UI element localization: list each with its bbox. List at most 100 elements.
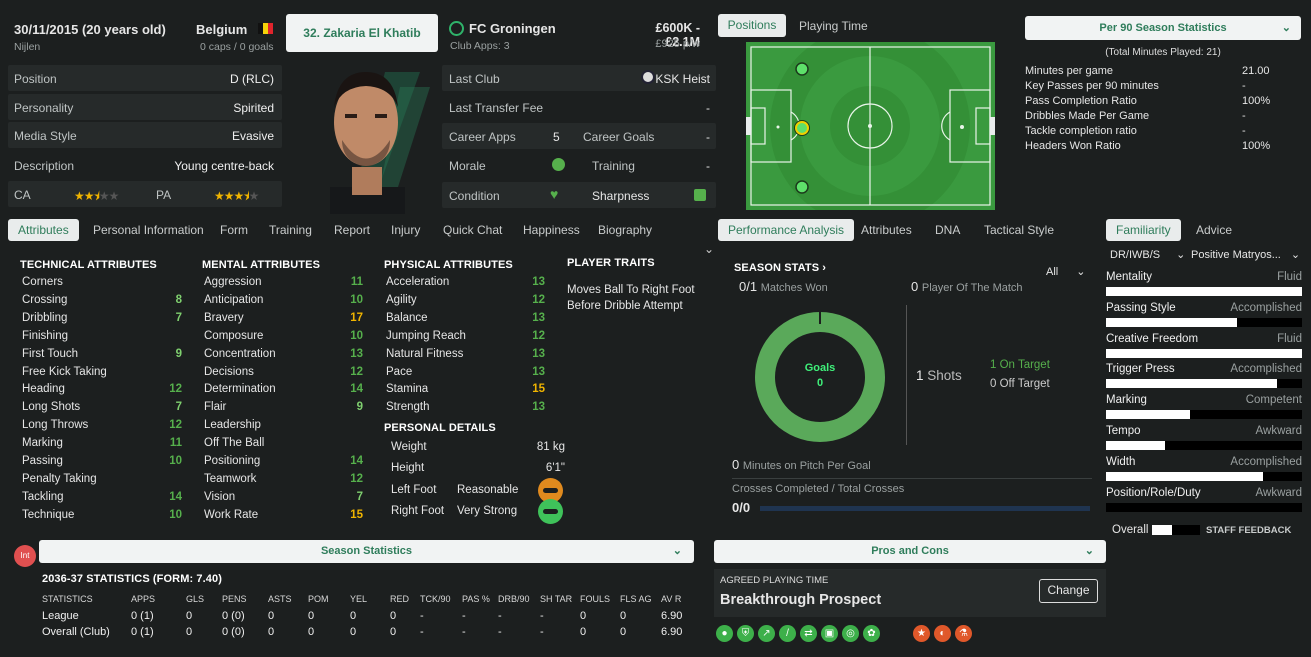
stats-header: FLS AG (620, 594, 652, 604)
trait-plant-icon[interactable]: ✿ (863, 625, 880, 642)
stats-filter-dropdown[interactable]: All ⌄ (1046, 265, 1085, 278)
tab-personal-information[interactable]: Personal Information (83, 219, 214, 241)
training-label: Training (592, 159, 635, 173)
mental-title: MENTAL ATTRIBUTES (202, 259, 321, 271)
right-foot-value: Very Strong (457, 505, 518, 517)
tab-familiarity[interactable]: Familiarity (1106, 219, 1181, 241)
stats-cell: 0 (0) (222, 626, 245, 638)
stats-header: TCK/90 (420, 594, 451, 604)
role-dropdown[interactable]: DR/IWB/S ⌄ (1110, 248, 1185, 261)
crosses-bar (760, 506, 1090, 511)
morale-icon[interactable] (552, 158, 565, 171)
info-value: Young centre-back (174, 159, 274, 173)
con-star-icon[interactable]: ★ (913, 625, 930, 642)
tab-attributes[interactable]: Attributes (851, 219, 922, 241)
mentality-dropdown[interactable]: Positive Matryos... ⌄ (1191, 248, 1300, 261)
attribute-value: 13 (532, 276, 545, 288)
sharpness-label: Sharpness (592, 189, 650, 203)
season-statistics-label: Season Statistics (320, 545, 413, 557)
season-statistics-dropdown[interactable]: Season Statistics ⌄ (39, 540, 694, 563)
info-label: Description (14, 159, 75, 173)
attribute-name: Corners (22, 276, 63, 288)
attribute-name: Composure (204, 329, 264, 342)
con-whistle-icon[interactable]: ◐ (934, 625, 951, 642)
chevron-down-icon[interactable]: ⌄ (704, 242, 714, 256)
club-name[interactable]: FC Groningen (469, 21, 556, 36)
trait-boot-icon[interactable]: / (779, 625, 796, 642)
attribute-value: 10 (169, 508, 182, 521)
familiarity-bar (1106, 471, 1302, 481)
pros-cons-dropdown[interactable]: Pros and Cons ⌄ (714, 540, 1106, 563)
birthplace: Nijlen (14, 41, 41, 53)
personal-title: PERSONAL DETAILS (384, 422, 496, 434)
agreed-value: Breakthrough Prospect (720, 592, 882, 608)
tab-positions[interactable]: Positions (718, 14, 786, 37)
season-stats-title[interactable]: SEASON STATS › (734, 262, 826, 274)
attribute-value: 12 (350, 365, 363, 378)
mentality-value: Positive Matryos... (1191, 249, 1281, 261)
stats-header: YEL (350, 594, 368, 604)
club-badge-icon (449, 21, 464, 36)
tab-attributes[interactable]: Attributes (8, 219, 79, 241)
per90-value: - (1242, 80, 1246, 92)
off-target-label: Off Target (999, 378, 1050, 390)
ability-row: CA ★★⯨★★ PA ★★★⯨★ (8, 181, 282, 207)
tab-advice[interactable]: Advice (1186, 219, 1242, 241)
right-foot-icon (538, 499, 563, 524)
tab-form[interactable]: Form (210, 219, 258, 241)
trait-team-icon[interactable]: ▣ (821, 625, 838, 642)
nation[interactable]: Belgium (196, 22, 247, 37)
trait-chart-icon[interactable]: ↗ (758, 625, 775, 642)
belgium-flag-icon (258, 23, 273, 34)
weight-value: 81 kg (536, 441, 565, 453)
stats-header: GLS (186, 594, 205, 604)
tab-dna[interactable]: DNA (925, 219, 970, 241)
mins-per-goal-label: Minutes on Pitch Per Goal (742, 460, 871, 472)
stats-cell: - (540, 626, 544, 638)
tab-tactical-style[interactable]: Tactical Style (974, 219, 1064, 241)
con-flask-icon[interactable]: ⚗ (955, 625, 972, 642)
stats-header: ASTS (268, 594, 292, 604)
tab-happiness[interactable]: Happiness (513, 219, 590, 241)
attribute-value: 13 (532, 347, 545, 360)
per90-label: Headers Won Ratio (1025, 140, 1121, 152)
trait-head-icon[interactable]: ● (716, 625, 733, 642)
pros-cons-label: Pros and Cons (871, 545, 949, 557)
last-club-value[interactable]: KSK Heist (655, 72, 710, 86)
change-button[interactable]: Change (1039, 579, 1098, 603)
tab-biography[interactable]: Biography (588, 219, 662, 241)
familiarity-label: Marking (1106, 394, 1147, 407)
goals-label: Goals (804, 362, 836, 374)
attribute-name: Tackling (22, 490, 64, 503)
stats-cell: 0 (580, 626, 587, 638)
stats-cell: 0 (0) (222, 610, 245, 622)
on-target: 1 On Target (990, 359, 1050, 371)
chevron-down-icon: ⌄ (672, 545, 682, 557)
stats-header: PAS % (462, 594, 490, 604)
player-name-button[interactable]: 32. Zakaria El Khatib (286, 14, 438, 52)
stats-cell: - (420, 626, 424, 638)
tab-playing-time[interactable]: Playing Time (799, 19, 868, 33)
stats-header: SH TAR (540, 594, 573, 604)
morale-label: Morale (449, 159, 486, 173)
stats-cell: 0 (390, 626, 397, 638)
tab-injury[interactable]: Injury (381, 219, 430, 241)
familiarity-label: Width (1106, 455, 1136, 468)
sharpness-icon (694, 189, 706, 201)
per90-dropdown[interactable]: Per 90 Season Statistics ⌄ (1025, 16, 1301, 40)
staff-feedback[interactable]: STAFF FEEDBACK (1206, 525, 1291, 536)
tab-performance-analysis[interactable]: Performance Analysis (718, 219, 855, 241)
stats-cell: 6.90 (661, 610, 683, 622)
familiarity-label: Creative Freedom (1106, 332, 1199, 345)
familiarity-label: Passing Style (1106, 301, 1176, 314)
trait-swap-icon[interactable]: ⇄ (800, 625, 817, 642)
tab-report[interactable]: Report (324, 219, 380, 241)
trait-globe-icon[interactable]: ◎ (842, 625, 859, 642)
info-row-personality: Personality Spirited (8, 94, 282, 120)
tab-training[interactable]: Training (259, 219, 322, 241)
shots: 1 Shots (916, 368, 962, 383)
tab-quick-chat[interactable]: Quick Chat (433, 219, 512, 241)
last-fee-label: Last Transfer Fee (449, 101, 544, 115)
trait-shield-icon[interactable]: ⛨ (737, 625, 754, 642)
stats-header: AV R (661, 594, 682, 604)
